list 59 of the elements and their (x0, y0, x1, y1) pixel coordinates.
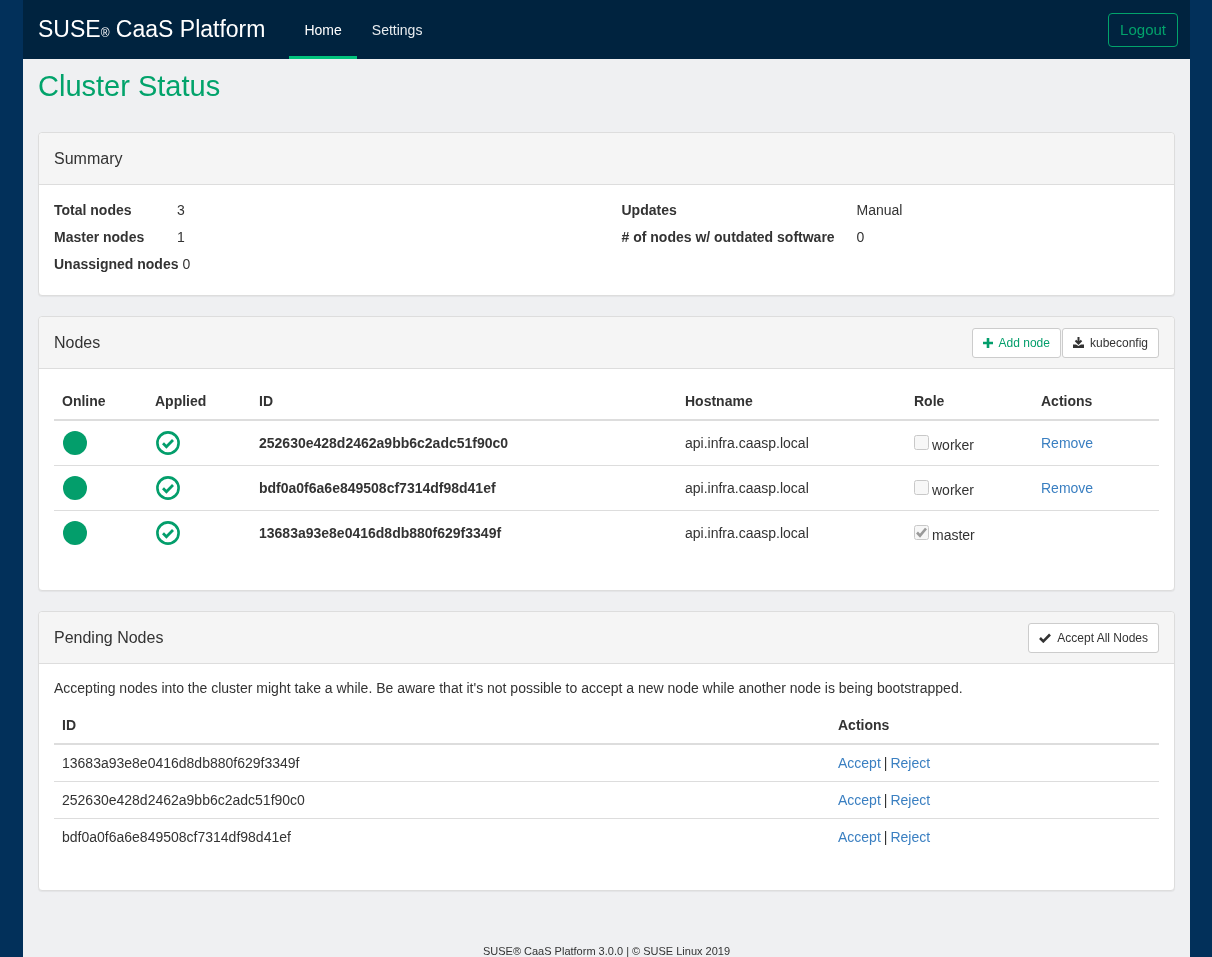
summary-label: # of nodes w/ outdated software (621, 228, 836, 245)
node-id-cell: bdf0a0f6a6e849508cf7314df98d41ef (251, 465, 677, 511)
column-header: Hostname (677, 383, 906, 420)
panel-title: Nodes (54, 333, 101, 352)
summary-label: Master nodes (54, 228, 146, 245)
accept-link[interactable]: Accept (838, 792, 881, 808)
summary-label: Unassigned nodes (54, 255, 180, 272)
column-header: Actions (830, 707, 1159, 744)
role-label: master (932, 526, 975, 545)
summary-value: 0 (856, 228, 865, 245)
node-id-cell: 13683a93e8e0416d8db880f629f3349f (54, 744, 830, 782)
hostname-cell: api.infra.caasp.local (677, 420, 906, 466)
node-id-cell: bdf0a0f6a6e849508cf7314df98d41ef (54, 818, 830, 855)
logout-button[interactable]: Logout (1108, 12, 1178, 47)
summary-value: Manual (856, 201, 903, 218)
summary-value: 0 (182, 255, 191, 272)
reject-link[interactable]: Reject (890, 755, 931, 771)
column-header: Applied (147, 383, 251, 420)
column-header: ID (54, 707, 830, 744)
column-header: Online (54, 383, 147, 420)
reject-link[interactable]: Reject (890, 792, 931, 808)
role-checkbox[interactable] (914, 524, 929, 540)
download-button[interactable]: kubeconfig (1061, 327, 1159, 358)
reject-link[interactable]: Reject (890, 829, 931, 845)
role-checkbox[interactable] (914, 434, 929, 450)
remove-link[interactable]: Remove (1041, 435, 1094, 451)
page-title: Cluster Status (38, 71, 222, 102)
add-node-button[interactable]: Add node (971, 327, 1061, 358)
summary-label: Total nodes (54, 201, 133, 218)
role-label: worker (932, 481, 974, 500)
nav-tab[interactable]: Home (289, 0, 357, 59)
accept-all-button[interactable]: Accept All Nodes (1028, 622, 1159, 653)
download-icon (1072, 337, 1084, 348)
node-id-cell: 13683a93e8e0416d8db880f629f3349f (251, 510, 677, 555)
role-label: worker (932, 436, 974, 455)
footer-text: SUSE® CaaS Platform 3.0.0 | © SUSE Linux 2019 (482, 945, 731, 957)
summary-value: 1 (177, 228, 185, 245)
role-checkbox[interactable] (914, 479, 929, 495)
check-icon (1039, 632, 1052, 643)
info-text: Accepting nodes into the cluster might take a while. Be aware that it's not possible to accept a new node while another node is being bootstrapped. (54, 679, 964, 698)
hostname-cell: api.infra.caasp.local (677, 510, 906, 555)
column-header: ID (251, 383, 677, 420)
separator-text: | (883, 755, 888, 771)
panel-title: Summary (54, 149, 123, 168)
node-id-cell: 252630e428d2462a9bb6c2adc51f90c0 (54, 781, 830, 819)
summary-value: 3 (177, 201, 185, 218)
column-header: Actions (1033, 383, 1159, 420)
plus-icon (982, 337, 993, 348)
nav-tab[interactable]: Settings (356, 0, 438, 59)
separator-text: | (883, 792, 888, 808)
hostname-cell: api.infra.caasp.local (677, 465, 906, 511)
summary-label: Updates (621, 201, 678, 218)
accept-link[interactable]: Accept (838, 829, 881, 845)
separator-text: | (883, 829, 888, 845)
panel-title: Pending Nodes (54, 628, 164, 647)
accept-link[interactable]: Accept (838, 755, 881, 771)
remove-link[interactable]: Remove (1041, 480, 1094, 496)
column-header: Role (906, 383, 1033, 420)
node-id-cell: 252630e428d2462a9bb6c2adc51f90c0 (251, 420, 677, 466)
